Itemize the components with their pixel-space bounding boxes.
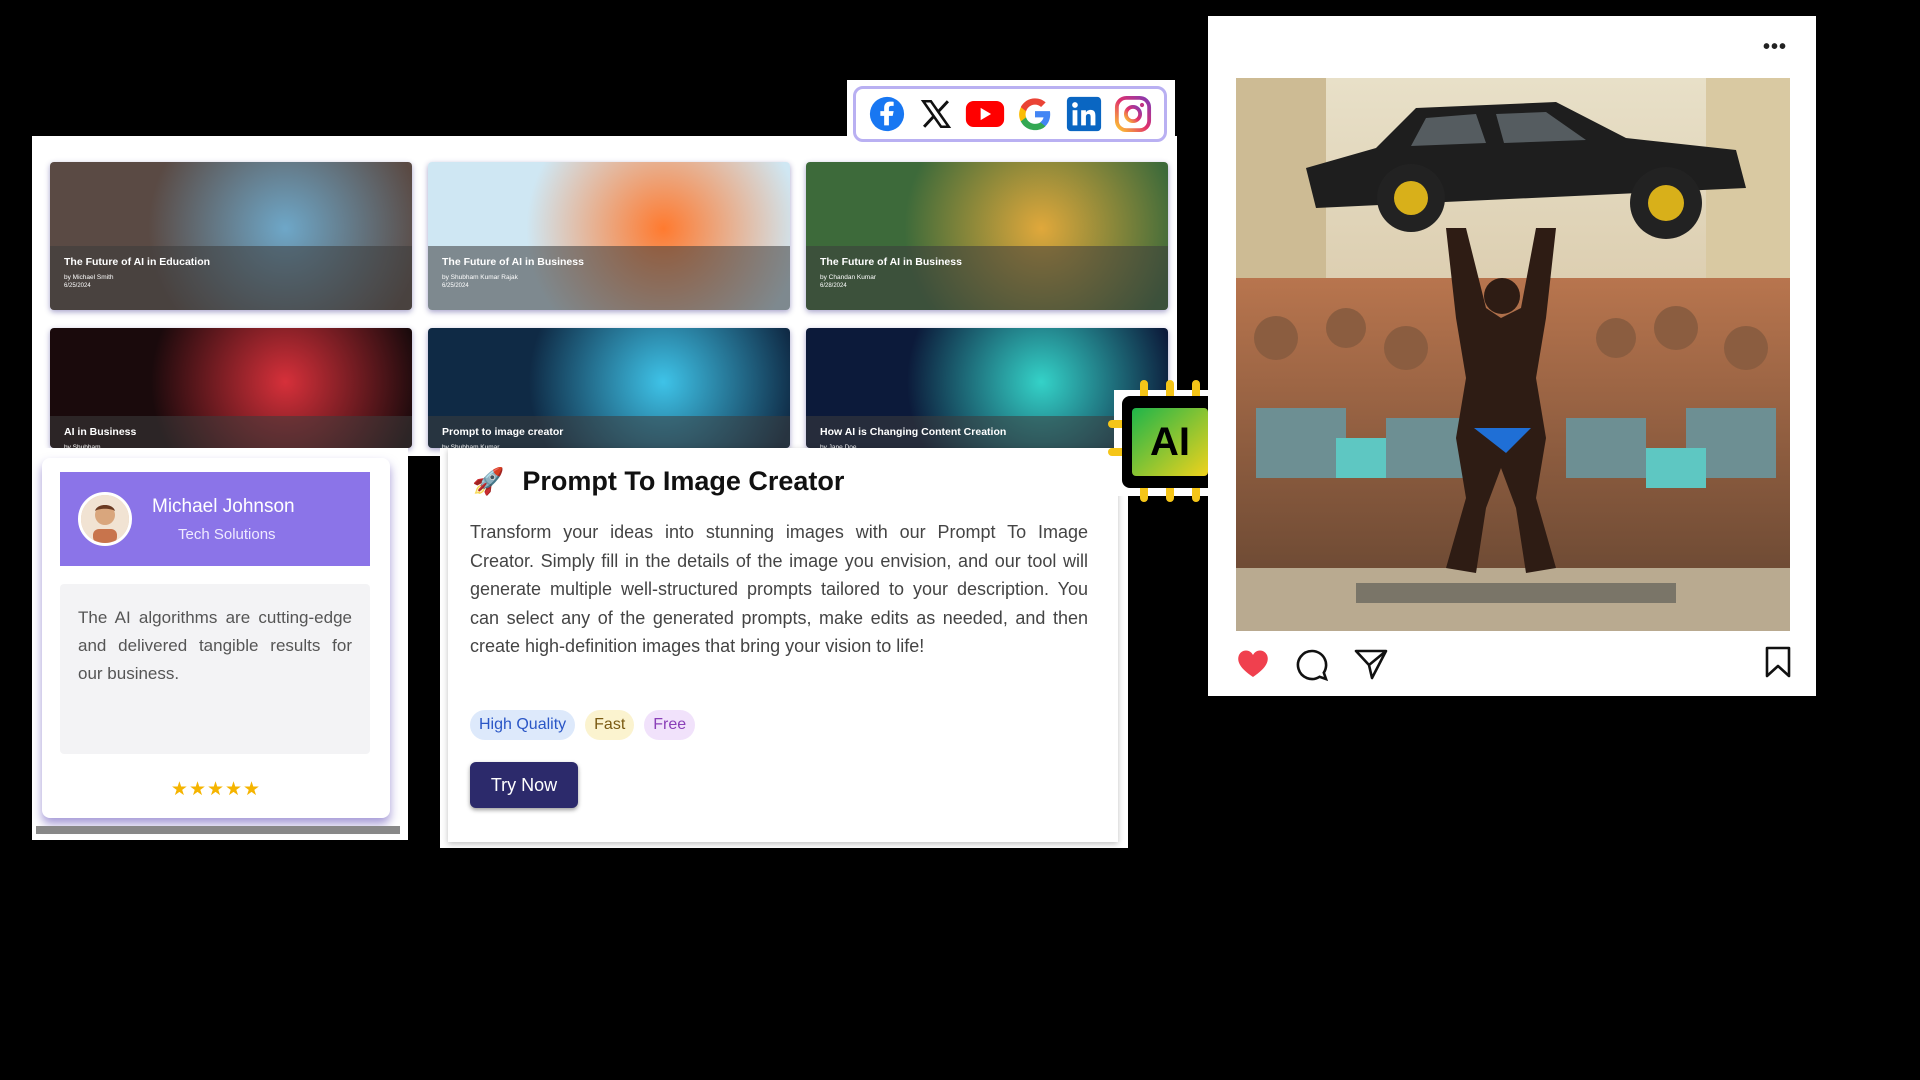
testimonial-company: Tech Solutions: [178, 526, 276, 543]
blog-card-title: AI in Business: [64, 426, 137, 438]
ai-chip-label: AI: [1150, 420, 1190, 464]
blog-card-date: 6/25/2024: [442, 283, 469, 289]
blog-card-caption: The Future of AI in Business by Chandan K…: [806, 246, 1168, 310]
instagram-icon[interactable]: [1113, 94, 1153, 134]
blog-card-caption: Prompt to image creator by Shubham Kumar: [428, 416, 790, 448]
blog-card-title: The Future of AI in Business: [820, 256, 962, 268]
prompt-tags: High Quality Fast Free: [470, 710, 696, 740]
blog-card-author: by Chandan Kumar: [820, 274, 877, 281]
blog-card-title: How AI is Changing Content Creation: [820, 426, 1007, 438]
x-icon[interactable]: [916, 94, 956, 134]
try-now-button[interactable]: Try Now: [470, 762, 578, 808]
blog-card-title: Prompt to image creator: [442, 426, 564, 438]
rocket-icon: 🚀: [472, 466, 505, 496]
more-options-icon[interactable]: •••: [1763, 36, 1787, 59]
prompt-title-row: 🚀 Prompt To Image Creator: [472, 466, 844, 497]
comment-icon[interactable]: [1295, 648, 1329, 687]
tag-free: Free: [644, 710, 696, 740]
google-icon[interactable]: [1015, 94, 1055, 134]
social-icons-row: [853, 86, 1167, 142]
blog-card[interactable]: Prompt to image creator by Shubham Kumar: [428, 328, 790, 448]
blog-card[interactable]: The Future of AI in Education by Michael …: [50, 162, 412, 310]
youtube-icon[interactable]: [965, 94, 1005, 134]
tag-fast: Fast: [585, 710, 635, 740]
tag-high-quality: High Quality: [470, 710, 576, 740]
blog-card-author: by Shubham Kumar Rajak: [442, 274, 518, 281]
blog-card-title: The Future of AI in Business: [442, 256, 584, 268]
testimonial-header: Michael Johnson Tech Solutions: [60, 472, 370, 566]
testimonial-card: Michael Johnson Tech Solutions The AI al…: [42, 458, 390, 818]
blog-card-date: 6/28/2024: [820, 283, 847, 289]
prompt-description: Transform your ideas into stunning image…: [470, 522, 1088, 656]
avatar: [78, 492, 132, 546]
blog-card[interactable]: AI in Business by Shubham: [50, 328, 412, 448]
blog-card-author: by Michael Smith: [64, 274, 114, 281]
blog-card-caption: The Future of AI in Business by Shubham K…: [428, 246, 790, 310]
blog-card[interactable]: The Future of AI in Business by Chandan K…: [806, 162, 1168, 310]
blog-card-date: 6/25/2024: [64, 283, 91, 289]
prompt-card: 🚀 Prompt To Image Creator Transform your…: [448, 448, 1118, 842]
testimonial-divider: [36, 826, 400, 834]
testimonial-quote: The AI algorithms are cutting-edge and d…: [60, 584, 370, 754]
share-icon[interactable]: [1354, 648, 1388, 685]
blog-card-caption: AI in Business by Shubham: [50, 416, 412, 448]
heart-icon[interactable]: [1236, 648, 1270, 683]
prompt-title: Prompt To Image Creator: [522, 466, 845, 496]
rating-stars: ★★★★★: [170, 779, 262, 800]
bookmark-icon[interactable]: [1764, 646, 1792, 683]
facebook-icon[interactable]: [867, 94, 907, 134]
blog-card-caption: The Future of AI in Education by Michael …: [50, 246, 412, 310]
linkedin-icon[interactable]: [1064, 94, 1104, 134]
post-image: [1236, 78, 1790, 631]
testimonial-name: Michael Johnson: [152, 496, 295, 517]
blog-card[interactable]: The Future of AI in Business by Shubham K…: [428, 162, 790, 310]
social-bar: [847, 80, 1175, 154]
blog-card-title: The Future of AI in Education: [64, 256, 211, 268]
